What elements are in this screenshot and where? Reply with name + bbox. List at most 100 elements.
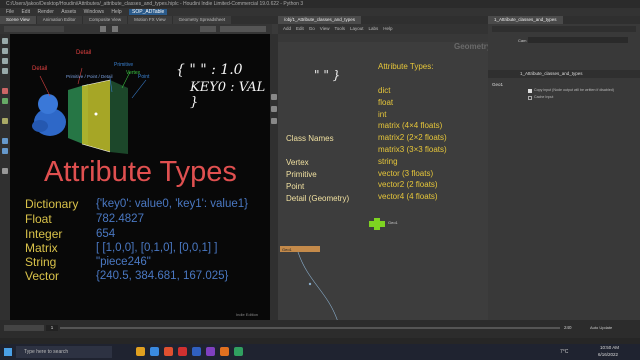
auto-update[interactable]: Auto Update (590, 325, 612, 330)
ps-icon[interactable] (192, 347, 201, 356)
menu-render[interactable]: Render (37, 9, 53, 15)
row-value-integer: 654 (96, 228, 116, 240)
row-value-float: 782.4827 (96, 213, 144, 225)
pr-icon[interactable] (206, 347, 215, 356)
net-menu-view[interactable]: View (320, 26, 330, 31)
parameter-pane: Cam 1_Attribute_classes_and_types Geo1 C… (488, 24, 640, 320)
copy-input-checkbox[interactable] (528, 89, 532, 93)
network-menu: Add Edit Go View Tools Layout Labs Help (278, 24, 488, 34)
desktop-select[interactable]: SOP_ADTable (129, 9, 168, 15)
snap2-tool-icon[interactable] (2, 148, 8, 154)
file-explorer-icon[interactable] (136, 347, 145, 356)
select-tool-icon[interactable] (2, 38, 8, 44)
class-name-point: Point (286, 182, 305, 191)
scene-viewport[interactable]: Detail Detail Primitive / Point / Detail… (10, 34, 272, 320)
snap-tool-icon[interactable] (2, 138, 8, 144)
rotate-tool-icon[interactable] (2, 58, 8, 64)
types-title: Attribute Types: (378, 62, 434, 71)
hand-quote-left: " " } (314, 68, 341, 82)
type-vector4: vector4 (4 floats) (378, 192, 438, 202)
row-label-integer: Integer (25, 227, 63, 241)
cache-input-checkbox[interactable] (528, 96, 532, 100)
tag-primitive: Primitive (114, 62, 134, 68)
cache-input-label: Cache Input (534, 95, 554, 99)
net-menu-add[interactable]: Add (283, 26, 291, 31)
class-names-title: Class Names (286, 134, 334, 143)
point-plane (82, 80, 110, 152)
display-tool-icon[interactable] (2, 168, 8, 174)
scale-tool-icon[interactable] (2, 68, 8, 74)
type-matrix2: matrix2 (2×2 floats) (378, 133, 447, 143)
menu-edit[interactable]: Edit (21, 9, 30, 15)
clock-date: 6/16/2022 (598, 352, 619, 357)
tab-network[interactable]: /obj/1_Attribute_classes_and_types (278, 16, 362, 24)
row-value-vector: {240.5, 384.681, 167.025} (96, 270, 229, 282)
menu-help[interactable]: Help (111, 9, 121, 15)
net-menu-layout[interactable]: Layout (350, 26, 364, 31)
geo-node-label: Geo1 (388, 220, 398, 225)
type-matrix: matrix (4×4 floats) (378, 121, 443, 131)
type-float: float (378, 97, 394, 107)
tab-parameters[interactable]: 1_Attribute_classes_and_types (488, 16, 563, 24)
tab-geometry-spreadsheet[interactable]: Geometry Spreadsheet (172, 16, 232, 24)
tag-detail-left: Detail (32, 66, 48, 72)
network-editor[interactable]: Add Edit Go View Tools Layout Labs Help Geometr… (278, 24, 488, 320)
menu-windows[interactable]: Windows (84, 9, 104, 15)
row-label-string: String (25, 255, 57, 269)
persp-menu[interactable] (200, 26, 216, 32)
taskbar-search[interactable]: Type here to search (16, 346, 112, 358)
cam-field[interactable] (528, 37, 628, 43)
cam-menu[interactable] (220, 26, 266, 32)
tab-scene-view[interactable]: Scene View (0, 16, 36, 24)
timeline[interactable]: 1 240 Auto Update (0, 320, 640, 338)
ae-icon[interactable] (178, 347, 187, 356)
type-string: string (378, 156, 398, 166)
type-dict: dict (378, 86, 391, 95)
type-vector2: vector2 (2 floats) (378, 180, 438, 190)
menu-assets[interactable]: Assets (61, 9, 76, 15)
tag-detail-top: Detail (76, 50, 92, 56)
hand-brace-line: { " " : 1.0 (176, 62, 243, 78)
net-menu-labs[interactable]: Labs (369, 26, 379, 31)
net-menu-edit[interactable]: Edit (296, 26, 304, 31)
type-vector: vector (3 floats) (378, 168, 434, 178)
geo-node-icon[interactable] (366, 218, 388, 230)
timeline-slider[interactable] (60, 327, 560, 329)
net-menu-help[interactable]: Help (383, 26, 392, 31)
view-tool-icon[interactable] (2, 118, 8, 124)
side-tabs: 1_Attribute_classes_and_types (488, 16, 640, 24)
tag-primitive-point: Primitive / Point / Detail (66, 74, 113, 79)
viewport-path[interactable] (4, 26, 64, 32)
handle-tool-icon[interactable] (2, 88, 8, 94)
squab-head (38, 94, 58, 114)
shading-icon[interactable] (271, 106, 277, 112)
menu-file[interactable]: File (6, 9, 14, 15)
net-menu-tools[interactable]: Tools (334, 26, 345, 31)
row-value-string: "piece246" (96, 256, 151, 268)
type-matrix3: matrix3 (3×3 floats) (378, 144, 447, 154)
indie-edition-label: Indie Edition (236, 312, 259, 317)
pose-tool-icon[interactable] (2, 98, 8, 104)
camera-icon[interactable] (112, 26, 118, 32)
windows-start-icon[interactable] (4, 348, 12, 356)
current-frame[interactable]: 1 (46, 325, 58, 331)
tab-animation-editor[interactable]: Animation Editor (36, 16, 82, 24)
type-int: int (378, 109, 387, 119)
playback-controls[interactable] (4, 325, 44, 331)
move-tool-icon[interactable] (2, 48, 8, 54)
edge-icon[interactable] (150, 347, 159, 356)
squab-wing (32, 120, 48, 132)
spotify-icon[interactable] (234, 347, 243, 356)
tab-composite-view[interactable]: Composite View (82, 16, 128, 24)
display-options-icon[interactable] (271, 94, 277, 100)
class-name-vertex: Vertex (286, 158, 309, 167)
wireframe-icon[interactable] (271, 118, 277, 124)
view-icon[interactable] (100, 26, 106, 32)
right-toolbar (270, 34, 278, 320)
weather-temp: 7°C (560, 349, 569, 355)
chrome-icon[interactable] (164, 347, 173, 356)
attribute-types-heading: Attribute Types (44, 156, 237, 188)
tab-motion-fx[interactable]: Motion FX View (128, 16, 172, 24)
houdini-icon[interactable] (220, 347, 229, 356)
net-menu-go[interactable]: Go (309, 26, 315, 31)
